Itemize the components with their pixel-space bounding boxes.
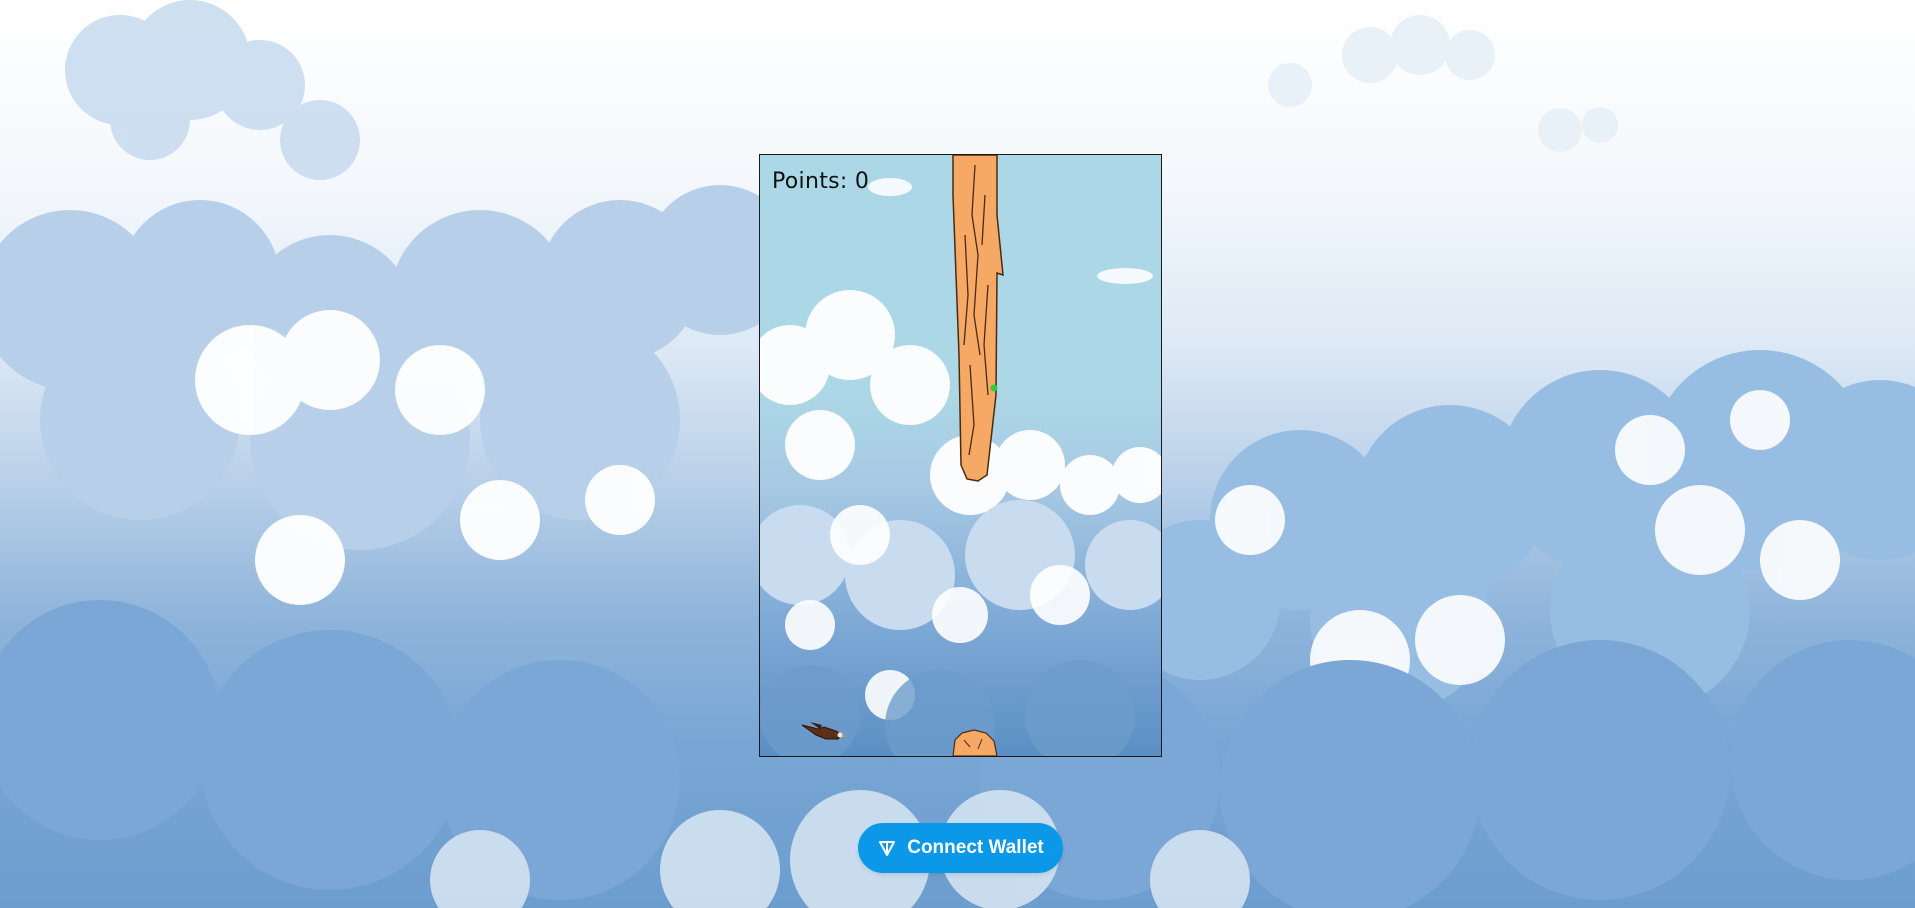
game-canvas[interactable]: Points: 0 <box>759 154 1162 757</box>
connect-wallet-label: Connect Wallet <box>907 837 1044 858</box>
connect-wallet-button[interactable]: Connect Wallet <box>858 823 1063 873</box>
points-counter: Points: 0 <box>772 169 870 194</box>
eagle-sprite <box>801 722 846 740</box>
ton-diamond-icon <box>877 838 897 858</box>
